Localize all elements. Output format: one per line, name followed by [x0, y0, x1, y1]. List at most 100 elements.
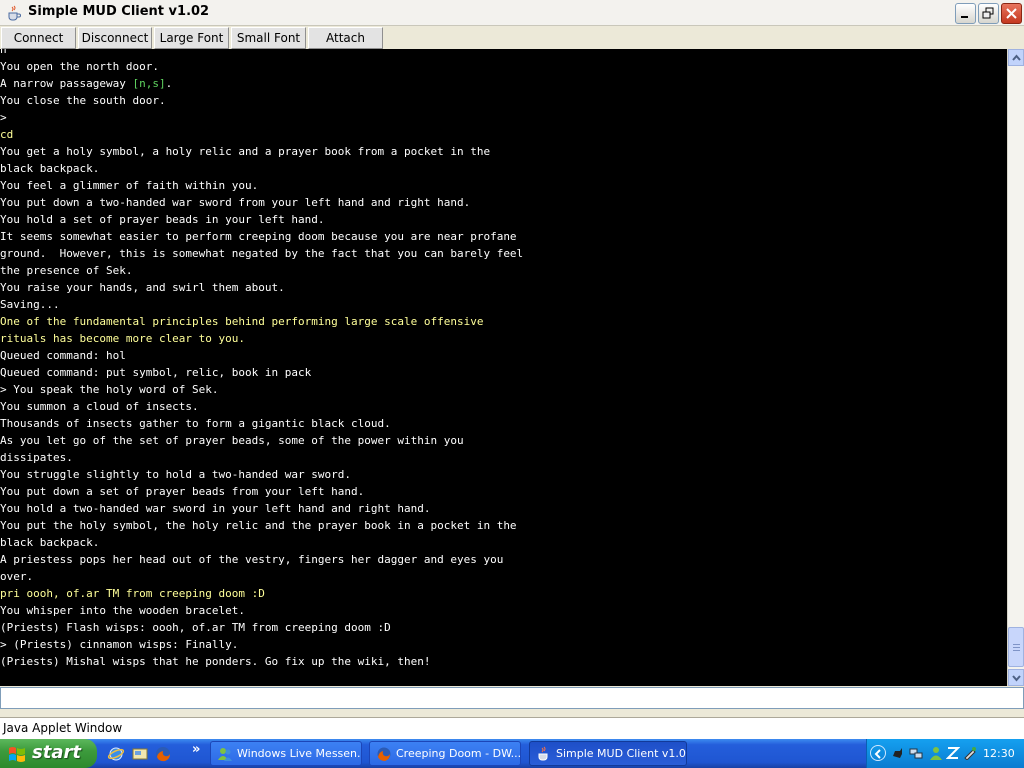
output-line-text: You struggle slightly to hold a two-hand… [0, 468, 351, 481]
output-line-text: You raise your hands, and swirl them abo… [0, 281, 285, 294]
title-bar[interactable]: Simple MUD Client v1.02 [0, 0, 1024, 26]
large-font-button[interactable]: Large Font [154, 27, 229, 49]
disconnect-button[interactable]: Disconnect [78, 27, 152, 49]
output-line-text: A priestess pops her head out of the ves… [0, 553, 504, 566]
output-line-text: You hold a two-handed war sword in your … [0, 502, 431, 515]
start-button[interactable]: start [0, 739, 97, 768]
output-line: You feel a glimmer of faith within you. [0, 177, 523, 194]
output-line-text: pri oooh, of.ar TM from creeping doom :D [0, 587, 265, 600]
output-line-text: You put the holy symbol, the holy relic … [0, 519, 517, 532]
applet-status-bar: Java Applet Window [0, 717, 1024, 739]
clock: 12:30 [983, 747, 1015, 760]
output-line-text: black backpack. [0, 162, 100, 175]
output-line: You put the holy symbol, the holy relic … [0, 517, 523, 534]
output-line: Queued command: put symbol, relic, book … [0, 364, 523, 381]
output-line: ground. However, this is somewhat negate… [0, 245, 523, 262]
output-line-text: A narrow passageway [0, 77, 133, 90]
mud-output-area[interactable]: n You open the north door. A narrow passag… [0, 49, 1007, 686]
output-line-text: n [0, 49, 7, 56]
firefox-icon[interactable] [154, 745, 172, 763]
small-font-button[interactable]: Small Font [231, 27, 306, 49]
start-label: start [32, 742, 81, 763]
show-hidden-icons-button[interactable] [870, 745, 886, 761]
network-icon[interactable] [909, 746, 923, 760]
scroll-down-arrow-icon [1012, 675, 1021, 682]
show-desktop-icon[interactable] [131, 745, 149, 763]
output-line: You put down a set of prayer beads from … [0, 483, 523, 500]
task-windows-live-messenger[interactable]: Windows Live Messen... [210, 741, 362, 766]
output-line: You struggle slightly to hold a two-hand… [0, 466, 523, 483]
scroll-up-arrow-icon [1012, 54, 1021, 61]
scroll-up-button[interactable] [1008, 49, 1024, 66]
task-label: Creeping Doom - DW... [396, 747, 521, 760]
output-line: black backpack. [0, 534, 523, 551]
output-line: > (Priests) cinnamon wisps: Finally. [0, 636, 523, 653]
z-icon[interactable] [946, 746, 960, 760]
output-line-text: over. [0, 570, 34, 583]
output-line: A narrow passageway [n,s]. [0, 75, 523, 92]
close-button[interactable] [1001, 3, 1022, 24]
minimize-button[interactable] [955, 3, 976, 24]
output-line-tail: . [165, 77, 173, 90]
restore-button[interactable] [978, 3, 999, 24]
output-line: You put down a two-handed war sword from… [0, 194, 523, 211]
firefox-icon [377, 747, 391, 761]
attach-button[interactable]: Attach [308, 27, 383, 49]
output-line: It seems somewhat easier to perform cree… [0, 228, 523, 245]
windows-flag-icon [9, 747, 25, 762]
output-line-text: ground. However, this is somewhat negate… [0, 247, 524, 260]
window-title: Simple MUD Client v1.02 [28, 4, 210, 19]
output-line-text: You put down a set of prayer beads from … [0, 485, 365, 498]
output-line-text: You whisper into the wooden bracelet. [0, 604, 246, 617]
output-line-text: cd [0, 128, 14, 141]
output-line: A priestess pops her head out of the ves… [0, 551, 523, 568]
output-scrollbar[interactable] [1007, 49, 1024, 686]
scroll-thumb[interactable] [1008, 627, 1024, 667]
internet-explorer-icon[interactable] [107, 745, 125, 763]
toolbar: Connect Disconnect Large Font Small Font… [0, 26, 1024, 49]
output-line-text: You summon a cloud of insects. [0, 400, 199, 413]
output-line: > You speak the holy word of Sek. [0, 381, 523, 398]
output-line-text: As you let go of the set of prayer beads… [0, 434, 464, 447]
output-line-text: > (Priests) cinnamon wisps: Finally. [0, 638, 239, 651]
task-creeping-doom-browser[interactable]: Creeping Doom - DW... [369, 741, 521, 766]
output-line: Saving... [0, 296, 523, 313]
output-line: rituals has become more clear to you. [0, 330, 523, 347]
output-line: n [0, 49, 523, 58]
output-line-text: You hold a set of prayer beads in your l… [0, 213, 325, 226]
output-line-text: You feel a glimmer of faith within you. [0, 179, 259, 192]
system-tray: 12:30 [866, 739, 1024, 768]
output-line-text: You close the south door. [0, 94, 166, 107]
output-line-text: the presence of Sek. [0, 264, 133, 277]
output-line: You open the north door. [0, 58, 523, 75]
output-line-text: > [0, 111, 7, 124]
java-icon [538, 746, 548, 761]
safely-remove-hardware-icon[interactable] [963, 746, 977, 760]
java-cup-icon [8, 5, 21, 21]
output-line: pri oooh, of.ar TM from creeping doom :D [0, 585, 523, 602]
task-simple-mud-client[interactable]: Simple MUD Client v1.02 [529, 741, 687, 766]
output-line: cd [0, 126, 523, 143]
output-line: black backpack. [0, 160, 523, 177]
output-line-text: Queued command: put symbol, relic, book … [0, 366, 312, 379]
output-line-text: Thousands of insects gather to form a gi… [0, 417, 391, 430]
output-line-text: It seems somewhat easier to perform cree… [0, 230, 517, 243]
connect-button[interactable]: Connect [1, 27, 76, 49]
output-line-text: You open the north door. [0, 60, 159, 73]
output-line: You get a holy symbol, a holy relic and … [0, 143, 523, 160]
output-line-text: Queued command: hol [0, 349, 126, 362]
output-line: You summon a cloud of insects. [0, 398, 523, 415]
command-input[interactable] [0, 687, 1024, 709]
output-line: You whisper into the wooden bracelet. [0, 602, 523, 619]
messenger-status-icon[interactable] [929, 746, 943, 760]
output-line: > [0, 109, 523, 126]
output-line: You close the south door. [0, 92, 523, 109]
taskbar: start » Windows Live Messen... Creeping … [0, 739, 1024, 768]
output-line: You raise your hands, and swirl them abo… [0, 279, 523, 296]
task-label: Windows Live Messen... [237, 747, 362, 760]
output-line-text: You get a holy symbol, a holy relic and … [0, 145, 491, 158]
minimize-icon [961, 16, 968, 18]
tray-dog-icon[interactable] [891, 746, 905, 760]
scroll-down-button[interactable] [1008, 669, 1024, 686]
quick-launch-more[interactable]: » [192, 742, 200, 757]
